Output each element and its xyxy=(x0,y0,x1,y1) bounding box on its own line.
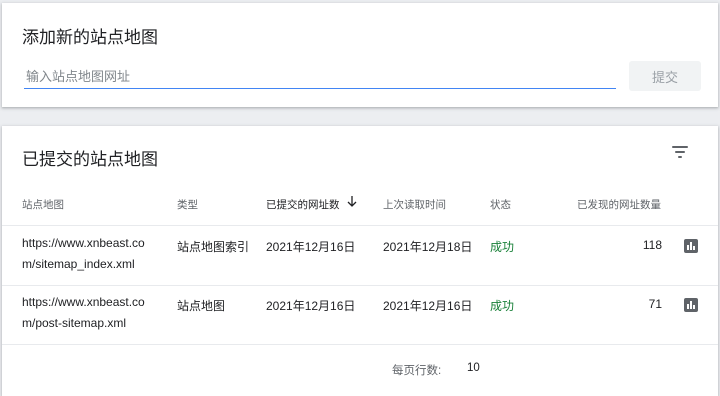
row-divider xyxy=(2,344,718,345)
sitemap-type: 站点地图 xyxy=(177,299,226,313)
sitemap-url-line: https://www.xnbeast.co xyxy=(22,295,145,309)
filter-icon[interactable] xyxy=(672,144,692,160)
column-header-status[interactable]: 状态 xyxy=(490,197,511,212)
bar-chart-icon[interactable] xyxy=(684,298,698,312)
last-read-date: 2021年12月16日 xyxy=(383,299,473,313)
arrow-down-icon[interactable] xyxy=(346,195,358,209)
row-divider xyxy=(2,225,718,226)
discovered-count: 71 xyxy=(648,297,662,311)
sitemap-url-input[interactable] xyxy=(24,65,616,89)
sitemap-url[interactable]: https://www.xnbeast.co m/post-sitemap.xm… xyxy=(22,292,145,334)
sitemap-url-line: https://www.xnbeast.co xyxy=(22,236,145,250)
sitemap-url-line: m/post-sitemap.xml xyxy=(22,316,127,330)
rows-per-page-label: 每页行数: xyxy=(392,365,442,377)
row-divider xyxy=(2,285,718,286)
submitted-sitemaps-card: 已提交的站点地图 站点地图 类型 已提交的网址数 上次读取时间 状态 已发现的网… xyxy=(2,126,718,396)
column-header-sitemap[interactable]: 站点地图 xyxy=(22,197,64,212)
sitemap-url[interactable]: https://www.xnbeast.co m/sitemap_index.x… xyxy=(22,233,145,275)
rows-per-page-select[interactable]: 10 xyxy=(467,362,480,374)
submit-button[interactable]: 提交 xyxy=(629,61,701,91)
sitemap-type: 站点地图索引 xyxy=(177,240,250,254)
status-badge: 成功 xyxy=(490,240,515,254)
column-header-last-read[interactable]: 上次读取时间 xyxy=(383,197,446,212)
submitted-date: 2021年12月16日 xyxy=(266,299,356,313)
add-sitemap-title: 添加新的站点地图 xyxy=(22,28,158,47)
add-sitemap-card: 添加新的站点地图 提交 xyxy=(2,3,718,107)
column-header-discovered[interactable]: 已发现的网址数量 xyxy=(577,197,661,212)
submitted-date: 2021年12月16日 xyxy=(266,240,356,254)
column-header-type[interactable]: 类型 xyxy=(177,197,198,212)
last-read-date: 2021年12月18日 xyxy=(383,240,473,254)
column-header-submitted[interactable]: 已提交的网址数 xyxy=(266,197,340,212)
submitted-sitemaps-title: 已提交的站点地图 xyxy=(22,150,158,169)
discovered-count: 118 xyxy=(642,238,662,252)
status-badge: 成功 xyxy=(490,299,515,313)
bar-chart-icon[interactable] xyxy=(684,239,698,253)
sitemap-url-line: m/sitemap_index.xml xyxy=(22,257,135,271)
